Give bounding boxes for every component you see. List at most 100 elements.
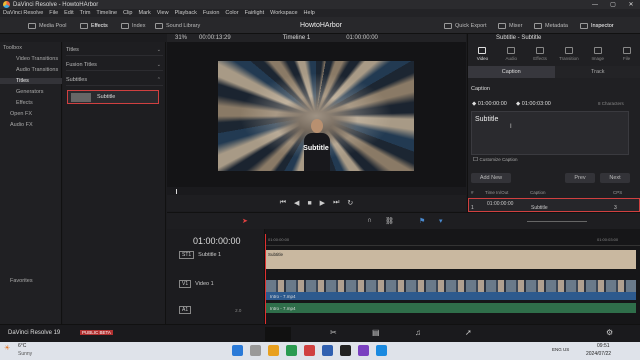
menu-davinci[interactable]: DaVinci Resolve <box>3 10 43 16</box>
video-clip[interactable]: Intro - 7.mp4 <box>266 292 636 300</box>
caption-text-input[interactable]: Subtitle I <box>471 111 629 155</box>
menu-edit[interactable]: Edit <box>64 10 73 16</box>
menu-timeline[interactable]: Timeline <box>96 10 117 16</box>
flag-icon[interactable]: ⚑ <box>419 217 425 225</box>
tree-effects[interactable]: Effects <box>16 100 33 106</box>
tree-video-transitions[interactable]: Video Transitions <box>16 56 58 62</box>
caption-in-timecode[interactable]: ◆ 01:00:00:00 <box>472 101 507 107</box>
quick-export-button[interactable]: Quick Export <box>444 17 486 34</box>
zoom-slider[interactable] <box>527 221 587 222</box>
media-pool-button[interactable]: Media Pool <box>28 17 67 34</box>
menu-help[interactable]: Help <box>304 10 315 16</box>
fairlight-page-icon[interactable]: ♫ <box>415 328 421 337</box>
tree-toolbox[interactable]: Toolbox <box>3 45 22 51</box>
deliver-page-icon[interactable]: ➚ <box>465 328 472 337</box>
subtab-track[interactable]: Track <box>555 66 640 78</box>
tree-titles[interactable]: Titles <box>0 78 62 84</box>
inspector-button[interactable]: Inspector <box>580 17 614 34</box>
sound-library-button[interactable]: Sound Library <box>155 17 200 34</box>
viewer-scrub-bar[interactable] <box>167 187 466 195</box>
app-icon-red[interactable] <box>304 345 315 356</box>
tree-audio-fx[interactable]: Audio FX <box>10 122 33 128</box>
tab-file[interactable]: File <box>612 44 640 64</box>
tree-open-fx[interactable]: Open FX <box>10 111 32 117</box>
resolve-taskbar-icon[interactable] <box>340 345 351 356</box>
viewer[interactable]: Subtitle <box>167 42 466 187</box>
tab-audio[interactable]: Audio <box>497 44 526 64</box>
video-clip-thumbnails[interactable] <box>266 280 636 292</box>
skip-start-icon[interactable]: ⏮ <box>280 199 286 207</box>
maximize-button[interactable]: ▢ <box>604 0 622 9</box>
menu-mark[interactable]: Mark <box>139 10 151 16</box>
cut-page-icon[interactable]: ✂ <box>330 328 337 337</box>
tree-generators[interactable]: Generators <box>16 89 44 95</box>
scrub-playhead[interactable] <box>176 189 177 194</box>
index-button[interactable]: Index <box>121 17 145 34</box>
subtitle-clip[interactable]: Subtitle <box>266 250 636 269</box>
taskview-icon[interactable] <box>250 345 261 356</box>
menu-file[interactable]: File <box>49 10 58 16</box>
menu-fairlight[interactable]: Fairlight <box>245 10 265 16</box>
close-button[interactable]: ✕ <box>622 0 640 9</box>
tab-video[interactable]: Video <box>468 44 497 64</box>
zoom-level[interactable]: 31% <box>175 35 187 41</box>
section-fusion-titles[interactable]: Fusion Titles ⌄ <box>66 59 163 71</box>
stop-icon[interactable]: ■ <box>307 200 311 207</box>
caption-out-timecode[interactable]: ◆ 01:00:03:00 <box>516 101 551 107</box>
section-titles[interactable]: Titles ⌄ <box>66 44 163 56</box>
timeline-selector[interactable]: Timeline 1 <box>283 35 310 41</box>
menu-clip[interactable]: Clip <box>123 10 132 16</box>
timeline-ruler[interactable]: 01:00:00:00 01:00:03:00 <box>265 236 640 246</box>
start-icon[interactable] <box>232 345 243 356</box>
menu-workspace[interactable]: Workspace <box>270 10 297 16</box>
metadata-button[interactable]: Metadata <box>534 17 568 34</box>
play-icon[interactable]: ▶ <box>320 199 325 207</box>
section-subtitles[interactable]: Subtitles ⌃ <box>66 74 163 86</box>
source-timecode: 00:00:13:29 <box>199 35 231 41</box>
weather-condition: Sunny <box>18 351 33 357</box>
prev-button[interactable]: Prev <box>565 173 595 183</box>
app-icon-purple[interactable] <box>358 345 369 356</box>
app-icon-cyan[interactable] <box>376 345 387 356</box>
track-header-v1: V1 Video 1 <box>167 280 265 288</box>
menu-color[interactable]: Color <box>225 10 238 16</box>
media-page-icon[interactable] <box>265 327 291 341</box>
sound-library-label: Sound Library <box>166 22 201 29</box>
explorer-icon[interactable] <box>268 345 279 356</box>
effects-button[interactable]: Effects <box>80 17 108 34</box>
lang-indicator[interactable]: ENG US <box>552 347 569 352</box>
snapping-icon[interactable]: ∩ <box>367 217 372 224</box>
tree-audio-transitions[interactable]: Audio Transitions <box>16 67 58 73</box>
timeline-playhead[interactable] <box>265 234 266 324</box>
skip-end-icon[interactable]: ⏭ <box>333 199 339 207</box>
loop-icon[interactable]: ↻ <box>347 199 353 207</box>
add-new-button[interactable]: Add New <box>471 173 511 183</box>
tab-transition[interactable]: Transition <box>554 44 583 64</box>
edit-page-icon[interactable]: ▤ <box>372 328 380 337</box>
marker-icon[interactable]: ▾ <box>439 217 443 225</box>
menu-playback[interactable]: Playback <box>175 10 197 16</box>
subtitle-item-label: Subtitle <box>97 94 116 100</box>
link-icon[interactable]: ⛓ <box>385 217 394 225</box>
subtitle-effect-item[interactable]: Subtitle <box>67 90 159 104</box>
selection-tool-icon[interactable]: ➤ <box>242 217 248 225</box>
minimize-button[interactable]: — <box>586 0 604 9</box>
app-icon-blue[interactable] <box>322 345 333 356</box>
next-button[interactable]: Next <box>600 173 630 183</box>
menu-trim[interactable]: Trim <box>80 10 91 16</box>
menu-fusion[interactable]: Fusion <box>203 10 220 16</box>
favorites-label[interactable]: Favorites <box>10 278 33 284</box>
section-fusion-titles-label: Fusion Titles <box>66 61 97 68</box>
subtab-caption[interactable]: Caption <box>468 66 555 78</box>
customize-caption-checkbox[interactable]: ☐ Customize Caption <box>473 157 518 163</box>
export-icon <box>444 22 452 29</box>
tab-image[interactable]: Image <box>583 44 612 64</box>
tab-effects[interactable]: Effects <box>526 44 555 64</box>
menu-view[interactable]: View <box>157 10 169 16</box>
browser-icon[interactable] <box>286 345 297 356</box>
settings-icon[interactable]: ⚙ <box>606 328 613 337</box>
audio-clip[interactable]: Intro - 7.mp4 <box>266 303 636 313</box>
mixer-button[interactable]: Mixer <box>498 17 522 34</box>
caption-list-row[interactable]: 1 01:00:00:00 Subtitle 3 <box>468 198 640 212</box>
reverse-icon[interactable]: ◀ <box>294 199 299 207</box>
